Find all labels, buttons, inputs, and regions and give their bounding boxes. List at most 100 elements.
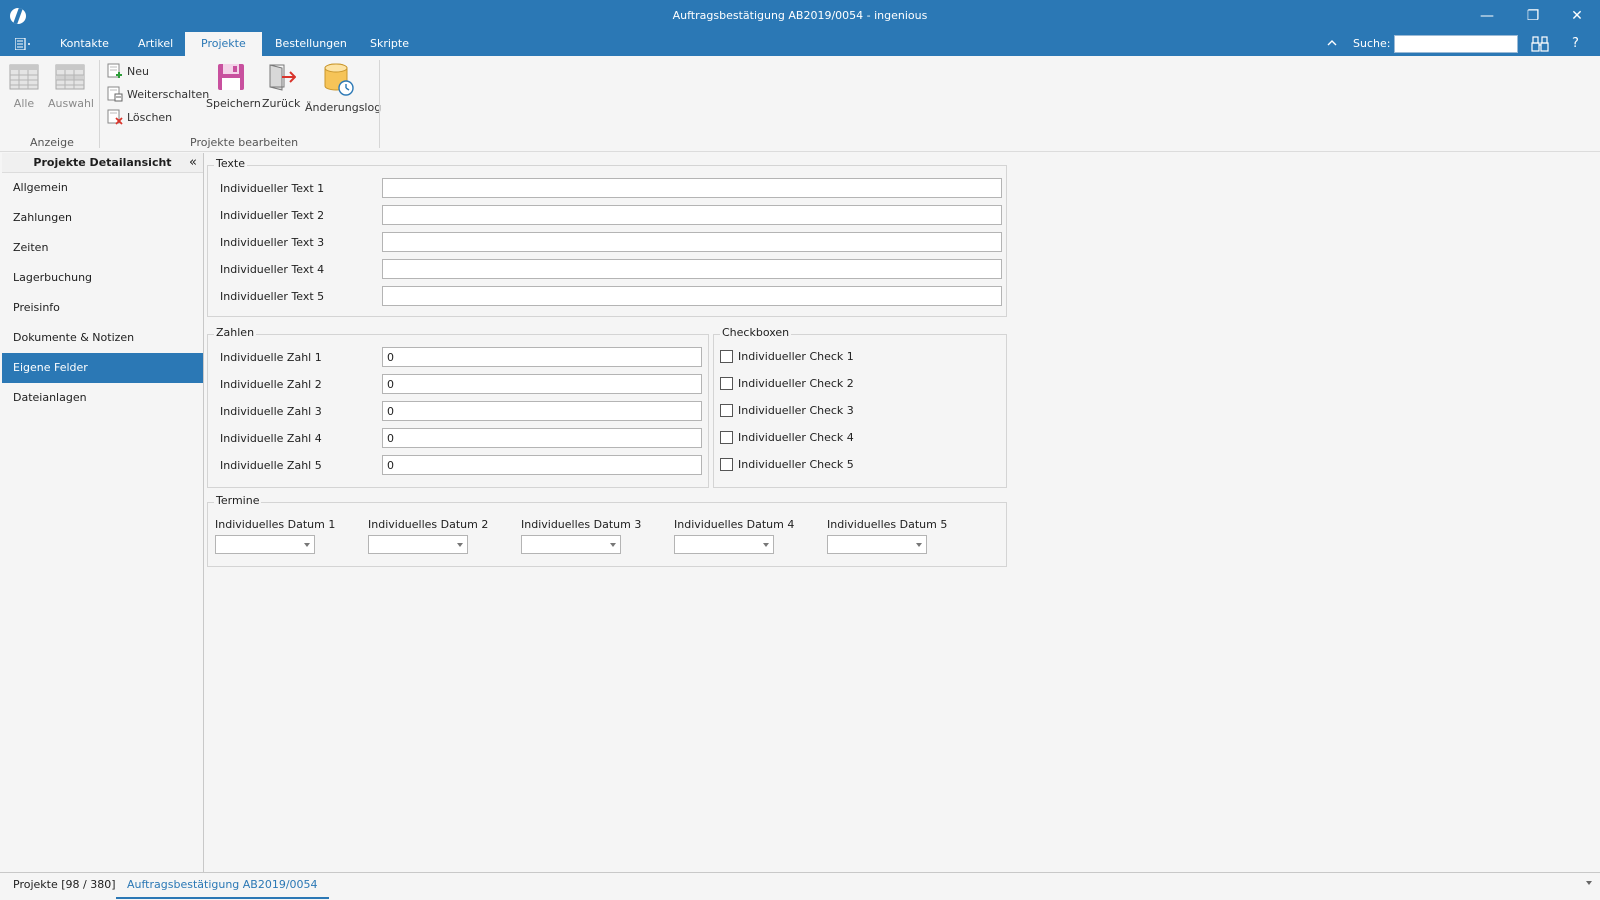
datum-5-picker[interactable] [827, 535, 927, 554]
texte-group: Texte Individueller Text 1 Individueller… [207, 157, 1007, 317]
text-5-input[interactable] [382, 286, 1002, 306]
dropdown-arrow-icon [610, 543, 616, 547]
ribbon-divider [99, 60, 100, 148]
help-icon[interactable]: ? [1572, 36, 1579, 51]
exit-door-icon [269, 64, 297, 91]
check-3[interactable]: Individueller Check 3 [720, 404, 854, 417]
checkbox[interactable] [720, 431, 733, 444]
datum-3-picker[interactable] [521, 535, 621, 554]
checkbox[interactable] [720, 377, 733, 390]
sidebar-item-allgemein[interactable]: Allgemein [2, 173, 203, 203]
doc-tab-auftragsbestaetigung[interactable]: Auftragsbestätigung AB2019/0054 [116, 873, 329, 899]
check-5-label: Individueller Check 5 [738, 458, 854, 471]
zahl-4-label: Individuelle Zahl 4 [220, 432, 322, 445]
delete-document-icon [107, 109, 123, 125]
check-1[interactable]: Individueller Check 1 [720, 350, 854, 363]
datum-1-picker[interactable] [215, 535, 315, 554]
restore-button[interactable]: ❐ [1510, 0, 1556, 32]
document-tab-bar: Projekte [98 / 380] Auftragsbestätigung … [0, 872, 1600, 900]
tab-kontakte[interactable]: Kontakte [44, 32, 125, 56]
sidebar-item-zeiten[interactable]: Zeiten [2, 233, 203, 263]
checkbox[interactable] [720, 458, 733, 471]
neu-button[interactable]: Neu [107, 62, 149, 80]
tab-artikel[interactable]: Artikel [122, 32, 189, 56]
zurueck-button[interactable]: Zurück [262, 62, 300, 110]
sidebar-item-lagerbuchung[interactable]: Lagerbuchung [2, 263, 203, 293]
app-menu-icon [15, 38, 30, 50]
sidebar-item-dokumente-notizen[interactable]: Dokumente & Notizen [2, 323, 203, 353]
datum-5-label: Individuelles Datum 5 [827, 518, 948, 531]
datum-4-picker[interactable] [674, 535, 774, 554]
save-disk-icon [218, 64, 244, 90]
speichern-button[interactable]: Speichern [206, 62, 261, 110]
zahl-2-label: Individuelle Zahl 2 [220, 378, 322, 391]
text-4-input[interactable] [382, 259, 1002, 279]
alle-label: Alle [13, 97, 35, 110]
collapse-sidebar-icon[interactable]: « [189, 153, 197, 173]
zahl-5-label: Individuelle Zahl 5 [220, 459, 322, 472]
sidebar-item-preisinfo[interactable]: Preisinfo [2, 293, 203, 323]
detail-sidebar: Projekte Detailansicht « Allgemein Zahlu… [2, 153, 204, 872]
datum-2-picker[interactable] [368, 535, 468, 554]
zahlen-group: Zahlen Individuelle Zahl 1 Individuelle … [207, 326, 709, 488]
check-2[interactable]: Individueller Check 2 [720, 377, 854, 390]
datum-3-label: Individuelles Datum 3 [521, 518, 642, 531]
database-clock-icon [324, 63, 354, 96]
sidebar-item-dateianlagen[interactable]: Dateianlagen [2, 383, 203, 413]
alle-button[interactable]: Alle [8, 62, 40, 110]
speichern-label: Speichern [206, 97, 261, 110]
text-3-label: Individueller Text 3 [220, 236, 325, 249]
text-2-input[interactable] [382, 205, 1002, 225]
tab-skripte[interactable]: Skripte [354, 32, 425, 56]
zahl-4-input[interactable] [382, 428, 702, 448]
sidebar-item-eigene-felder[interactable]: Eigene Felder [2, 353, 203, 383]
datum-2-label: Individuelles Datum 2 [368, 518, 489, 531]
aenderungslog-button[interactable]: Änderungslog [305, 62, 382, 114]
search-input[interactable] [1394, 35, 1518, 53]
new-document-icon [107, 63, 122, 78]
checkbox[interactable] [720, 404, 733, 417]
tab-list-dropdown-icon[interactable] [1586, 881, 1592, 885]
window-title: Auftragsbestätigung AB2019/0054 - ingeni… [672, 9, 928, 22]
dropdown-arrow-icon [304, 543, 310, 547]
aenderungslog-label: Änderungslog [305, 101, 382, 114]
text-1-label: Individueller Text 1 [220, 182, 325, 195]
neu-label: Neu [127, 64, 149, 78]
zahl-3-input[interactable] [382, 401, 702, 421]
sidebar-item-zahlungen[interactable]: Zahlungen [2, 203, 203, 233]
check-4[interactable]: Individueller Check 4 [720, 431, 854, 444]
loeschen-button[interactable]: Löschen [107, 108, 172, 126]
datum-1-label: Individuelles Datum 1 [215, 518, 336, 531]
group-label-projekte-bearbeiten: Projekte bearbeiten [190, 136, 299, 149]
text-1-input[interactable] [382, 178, 1002, 198]
check-5[interactable]: Individueller Check 5 [720, 458, 854, 471]
collapse-ribbon-icon[interactable] [1327, 36, 1337, 50]
app-menu-button[interactable] [8, 35, 38, 53]
text-3-input[interactable] [382, 232, 1002, 252]
binoculars-icon[interactable] [1530, 35, 1550, 53]
check-3-label: Individueller Check 3 [738, 404, 854, 417]
zurueck-label: Zurück [262, 97, 301, 110]
table-grid-icon [9, 64, 39, 90]
check-2-label: Individueller Check 2 [738, 377, 854, 390]
auswahl-button[interactable]: Auswahl [48, 62, 94, 110]
auswahl-label: Auswahl [48, 97, 94, 110]
text-5-label: Individueller Text 5 [220, 290, 325, 303]
checkbox[interactable] [720, 350, 733, 363]
weiterschalten-button[interactable]: Weiterschalten [107, 85, 209, 103]
checkboxen-group: Checkboxen Individueller Check 1 Individ… [713, 326, 1007, 488]
sidebar-title: Projekte Detailansicht [33, 156, 172, 169]
termine-group-title: Termine [214, 494, 262, 507]
zahl-5-input[interactable] [382, 455, 702, 475]
tab-projekte[interactable]: Projekte [185, 32, 262, 56]
minimize-button[interactable]: — [1464, 0, 1510, 32]
close-button[interactable]: ✕ [1554, 0, 1600, 32]
zahl-2-input[interactable] [382, 374, 702, 394]
doc-tab-projekte[interactable]: Projekte [98 / 380] [2, 873, 127, 899]
search-label: Suche: [1353, 37, 1391, 50]
dropdown-arrow-icon [916, 543, 922, 547]
zahl-1-label: Individuelle Zahl 1 [220, 351, 322, 364]
group-label-anzeige: Anzeige [30, 136, 74, 149]
zahl-1-input[interactable] [382, 347, 702, 367]
tab-bestellungen[interactable]: Bestellungen [259, 32, 363, 56]
